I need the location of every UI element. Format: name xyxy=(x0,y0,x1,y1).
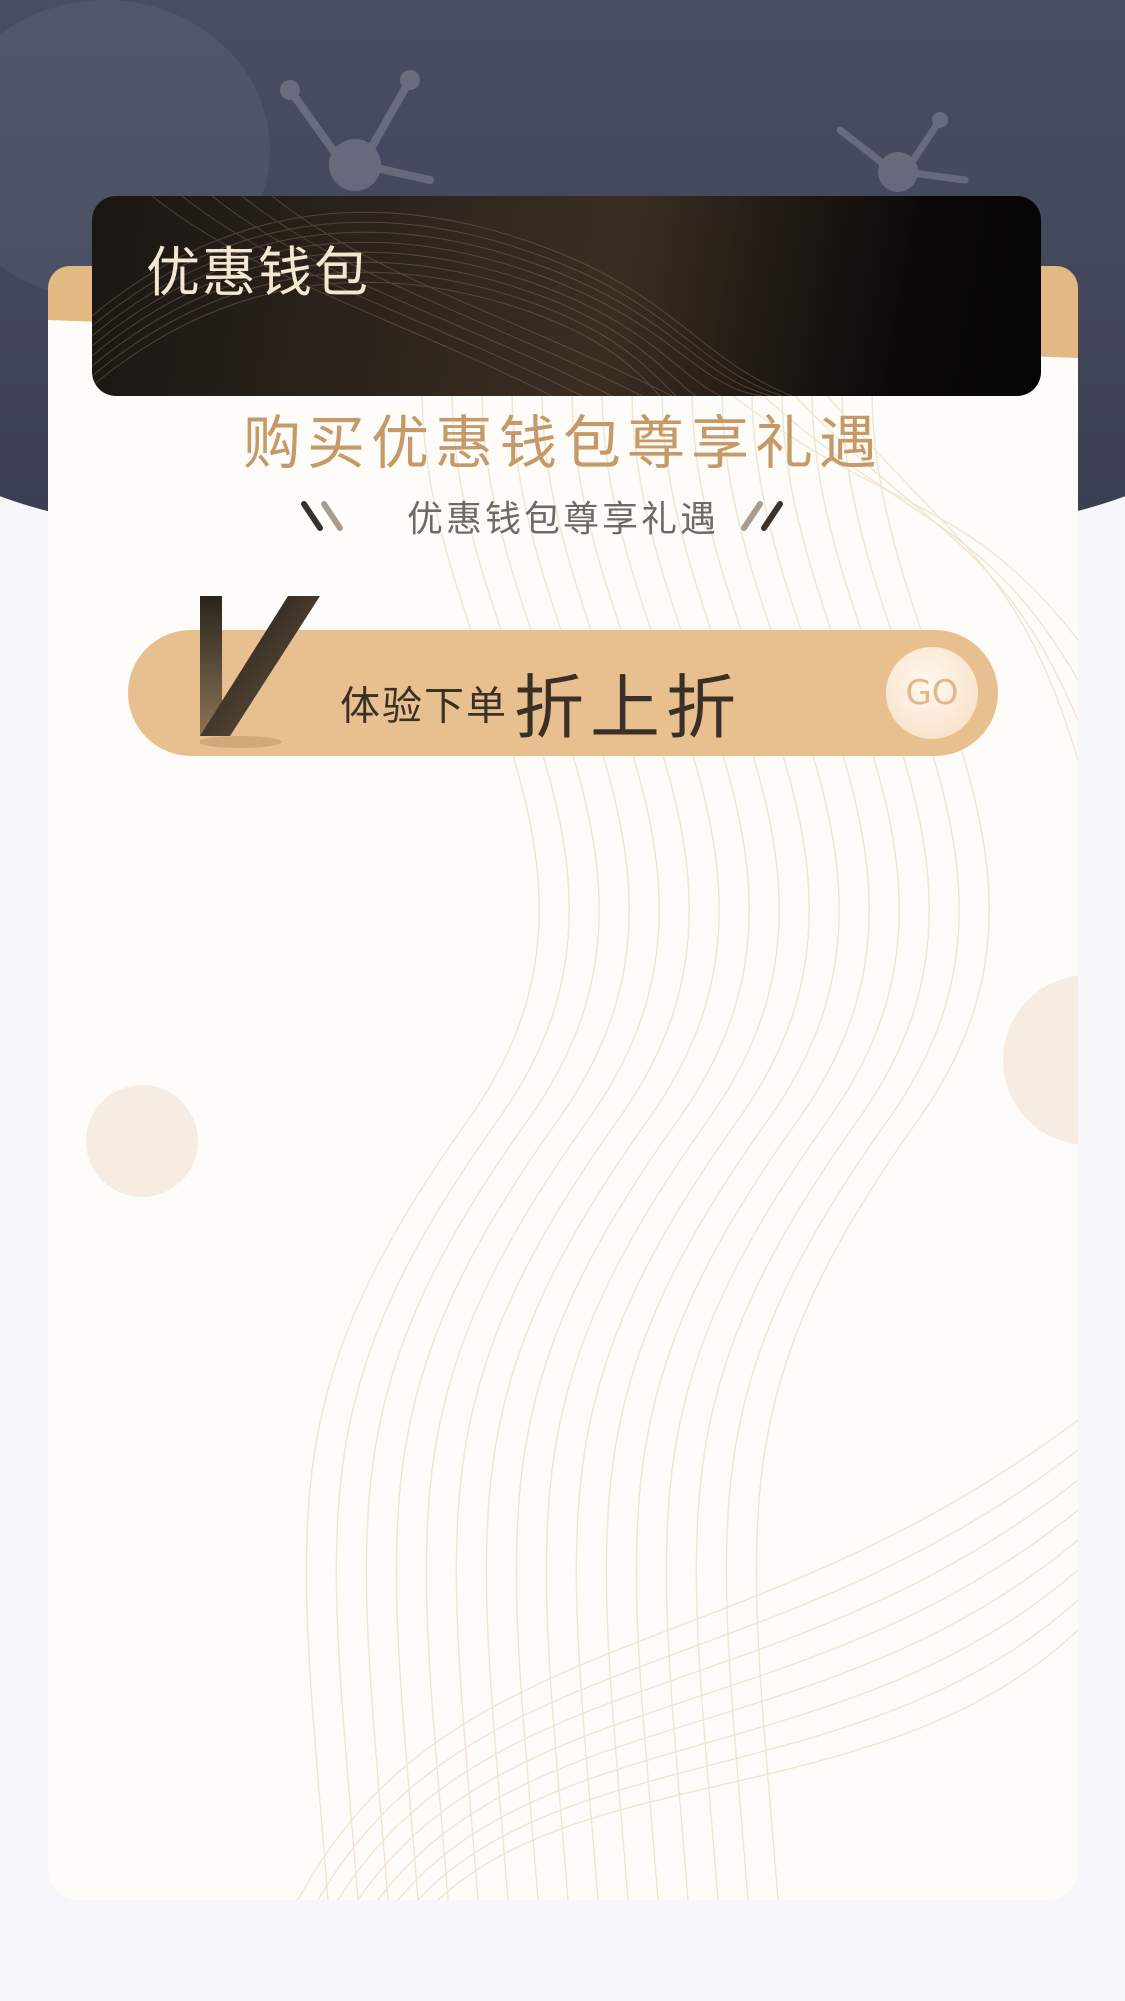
wallet-subline: 优惠钱包尊享礼遇 xyxy=(406,499,719,540)
card-title: 优惠钱包 xyxy=(146,241,370,304)
wave-pattern xyxy=(297,320,1078,1900)
wallet-headline: 购买优惠钱包尊享礼遇 xyxy=(242,409,883,477)
v-badge-icon xyxy=(200,596,320,748)
page: 购买优惠钱包尊享礼遇 优惠钱包尊享礼遇 体验下单折上折 GO 优惠钱包 xyxy=(0,0,1125,2001)
go-button[interactable]: GO xyxy=(886,647,978,739)
slash-decor-icon xyxy=(741,501,783,531)
decor-dot xyxy=(86,1085,198,1197)
wallet-card-body: 购买优惠钱包尊享礼遇 优惠钱包尊享礼遇 体验下单折上折 GO xyxy=(48,320,1078,1900)
promo-big-text: 折上折 xyxy=(514,667,742,749)
promo-small-text: 体验下单 xyxy=(340,683,508,730)
promo-text: 体验下单折上折 xyxy=(340,652,742,753)
molecule-icon xyxy=(836,112,969,192)
molecule-icon xyxy=(280,70,434,191)
wallet-card-header: 优惠钱包 xyxy=(92,196,1041,396)
